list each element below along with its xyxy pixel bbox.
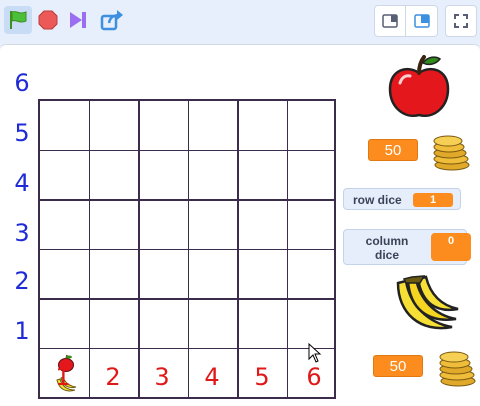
banana-sprite[interactable] <box>390 275 460 339</box>
grid-line <box>40 347 334 349</box>
column-label: 3 <box>154 363 170 391</box>
game-grid <box>38 99 336 399</box>
row-label: 4 <box>14 169 30 197</box>
turbo-icon <box>70 12 86 28</box>
column-label: 4 <box>204 363 220 391</box>
coins-icon <box>433 135 470 171</box>
stage-toolbar <box>0 0 480 44</box>
fullscreen-icon <box>454 14 468 28</box>
large-stage-icon <box>413 14 430 28</box>
row-dice-value: 1 <box>413 193 453 207</box>
row-label: 2 <box>14 267 30 295</box>
fullscreen-button[interactable] <box>445 5 477 37</box>
row-label: 5 <box>14 119 30 147</box>
column-dice-label: column dice <box>354 234 420 262</box>
grid-line <box>40 199 334 201</box>
row-label: 6 <box>14 69 30 97</box>
grid-line <box>40 298 334 300</box>
green-flag-icon <box>10 11 27 29</box>
row-label: 1 <box>14 317 30 345</box>
coins-icon <box>439 351 476 387</box>
stop-icon <box>38 10 58 30</box>
row-dice-monitor[interactable]: row dice 1 <box>343 188 461 210</box>
large-stage-button[interactable] <box>406 5 438 37</box>
share-button[interactable] <box>98 6 126 34</box>
column-dice-label-line2: dice <box>374 248 399 262</box>
stop-button[interactable] <box>34 6 62 34</box>
small-stage-button[interactable] <box>374 5 406 37</box>
row-label: 3 <box>14 219 30 247</box>
green-flag-button[interactable] <box>4 6 32 34</box>
banana-score: 50 <box>373 355 423 377</box>
share-icon <box>100 10 123 31</box>
column-label: 1 <box>55 363 71 391</box>
column-label: 5 <box>254 363 270 391</box>
stage[interactable]: 6 5 4 3 2 1 1 2 3 4 5 6 50 row dice 1 co… <box>0 44 480 406</box>
column-label: 2 <box>105 363 121 391</box>
small-stage-icon <box>382 14 398 28</box>
turbo-button[interactable] <box>64 6 92 34</box>
column-label: 6 <box>306 363 322 391</box>
apple-sprite[interactable] <box>384 55 454 121</box>
column-dice-label-line1: column <box>365 234 409 248</box>
stage-size-toggle <box>374 5 438 37</box>
grid-line <box>40 248 334 250</box>
column-dice-value: 0 <box>431 233 471 261</box>
grid-line <box>40 149 334 151</box>
column-dice-monitor[interactable]: column dice 0 <box>343 229 471 265</box>
row-dice-label: row dice <box>353 193 402 207</box>
apple-score: 50 <box>368 139 418 161</box>
mouse-cursor-icon <box>308 343 322 363</box>
